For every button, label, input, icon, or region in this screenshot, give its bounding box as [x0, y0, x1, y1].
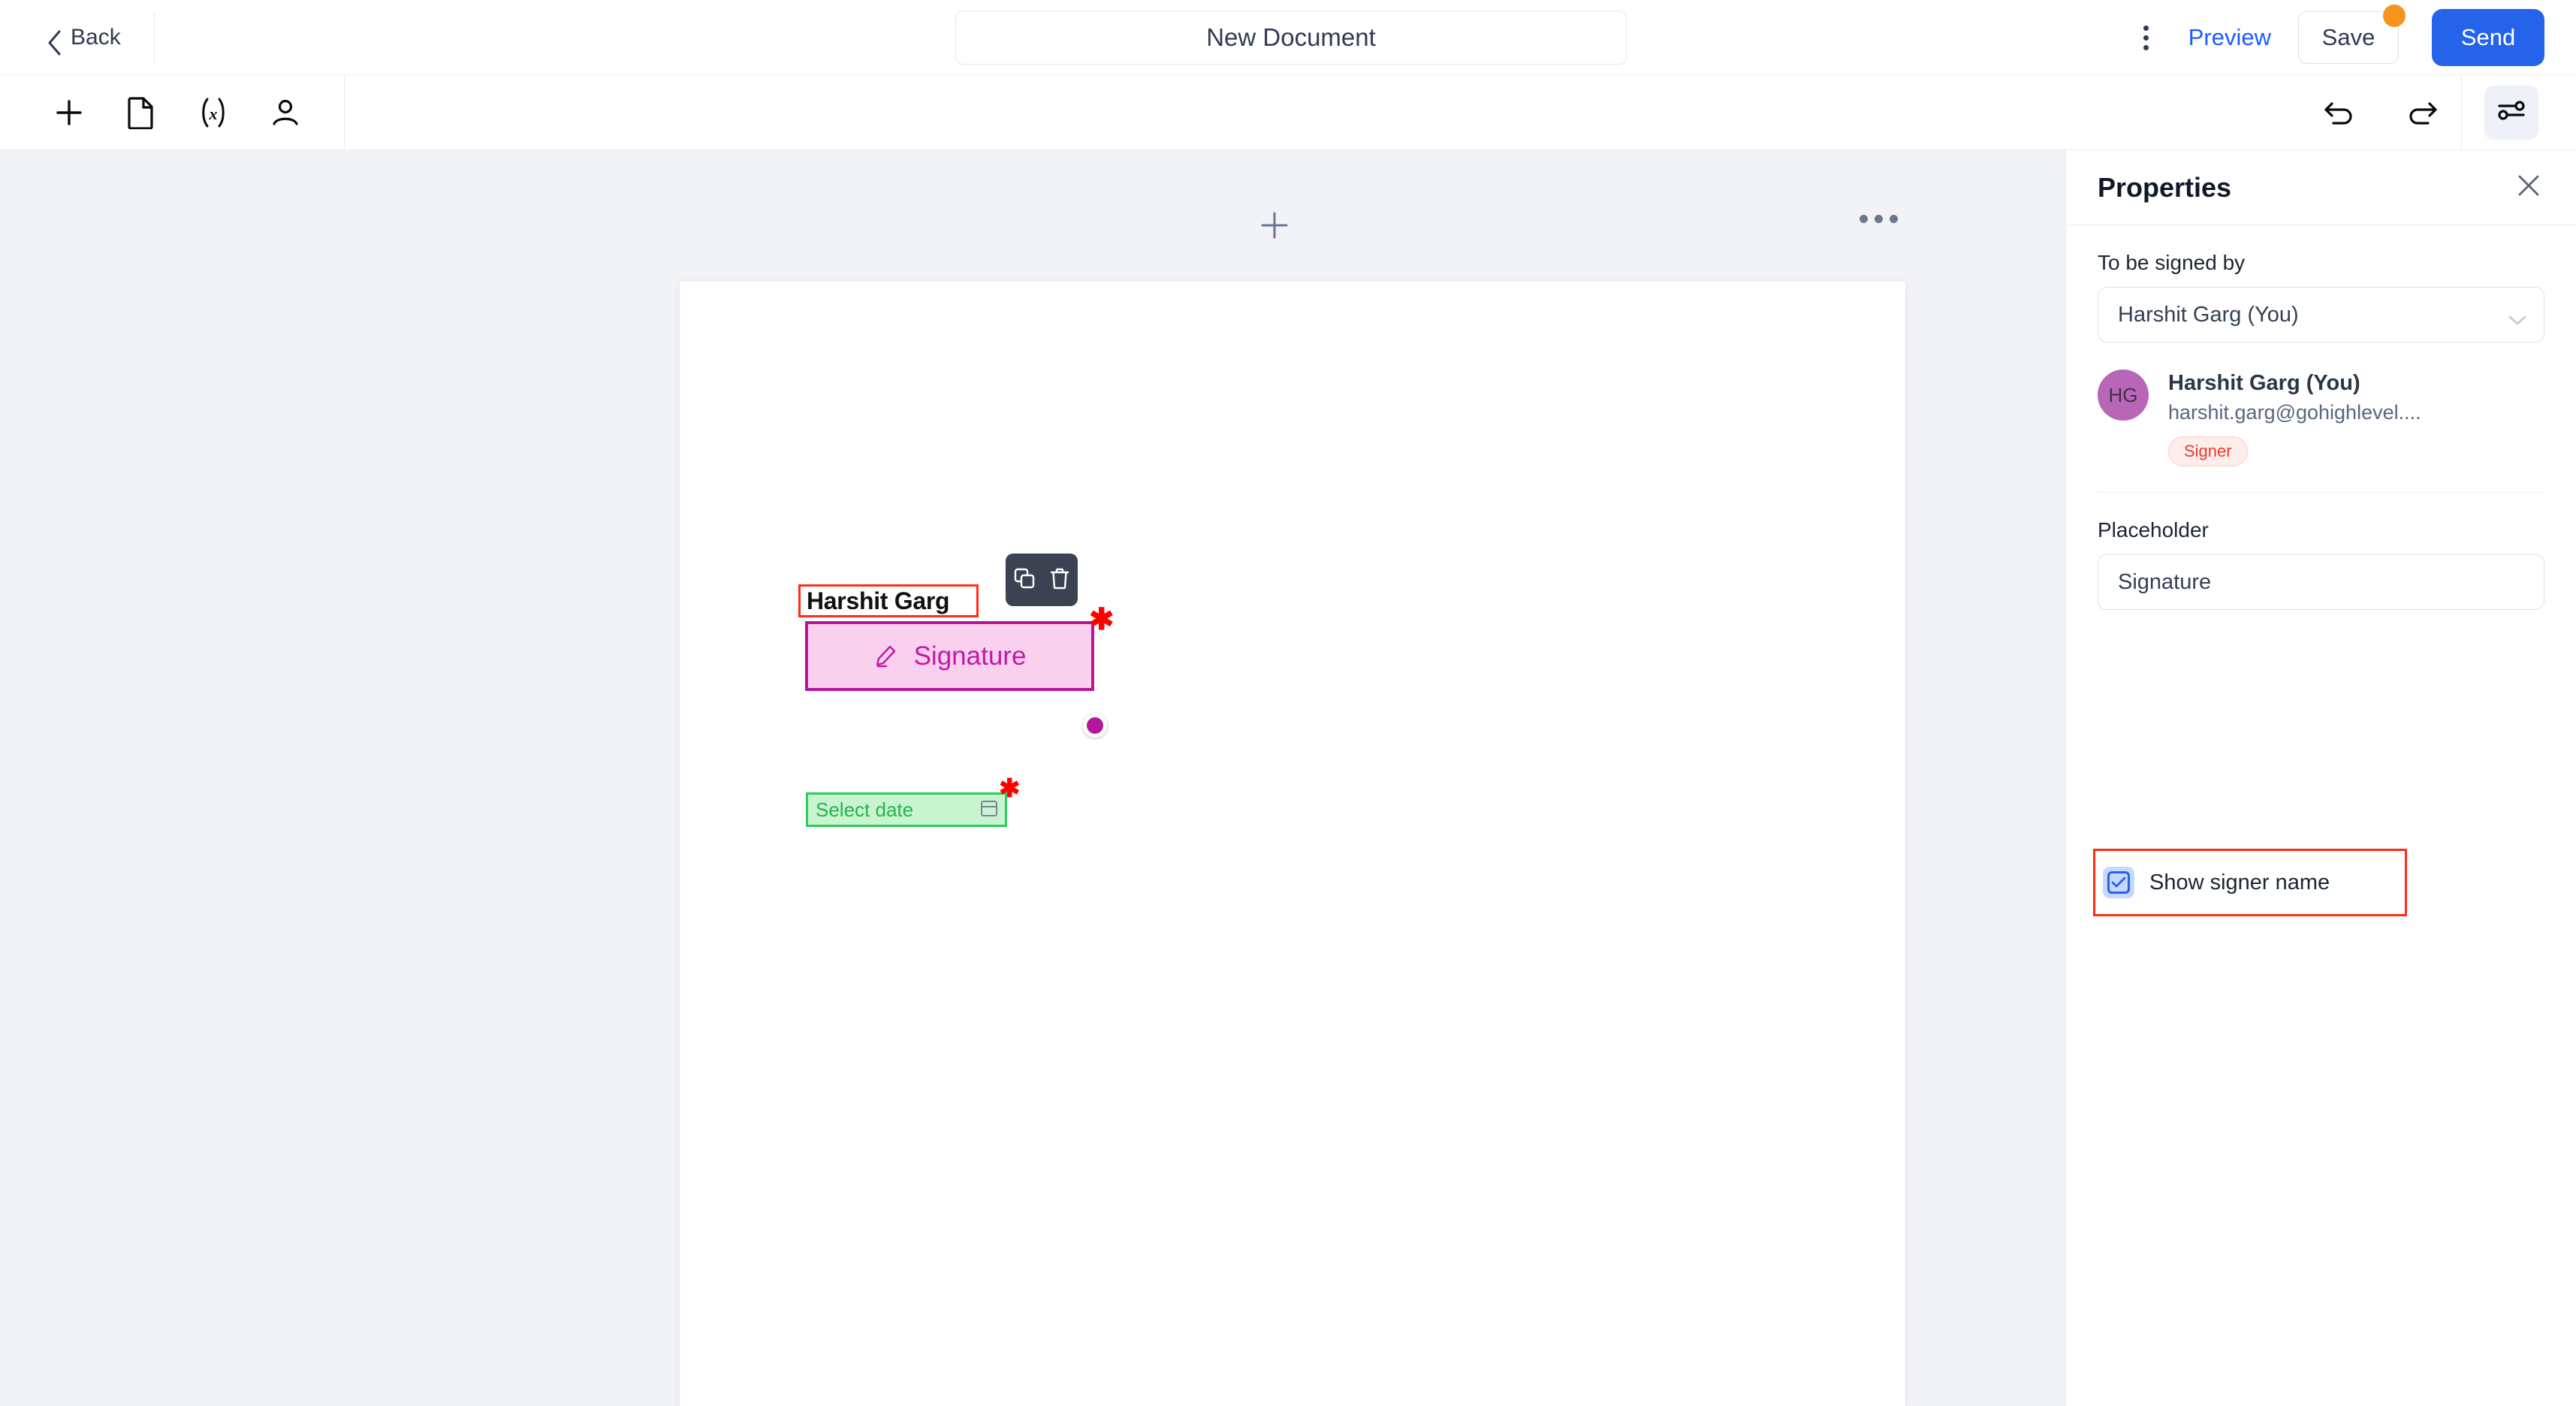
avatar-initials: HG: [2108, 383, 2138, 406]
signature-required-marker: ✱: [1089, 603, 1115, 636]
properties-panel: Properties To be signed by Harshit Garg …: [2065, 150, 2576, 1406]
page-icon: [127, 96, 155, 129]
signature-resize-handle[interactable]: [1083, 714, 1107, 738]
date-field-label: Select date: [816, 798, 914, 821]
document-canvas: Harshit Garg ✱ Signature ✱ Select date: [0, 150, 2065, 1406]
signature-field-label: Signature: [913, 641, 1027, 671]
document-title-input[interactable]: [955, 11, 1627, 65]
duplicate-field-button[interactable]: [1013, 567, 1036, 593]
signer-name-label-text: Harshit Garg: [807, 587, 950, 614]
header-divider: [153, 12, 155, 62]
save-button[interactable]: Save: [2298, 5, 2406, 64]
properties-title: Properties: [2098, 171, 2232, 203]
redo-button[interactable]: [2397, 87, 2448, 138]
kebab-dot: [2143, 25, 2149, 31]
preview-button[interactable]: Preview: [2188, 24, 2271, 51]
back-label: Back: [71, 24, 121, 50]
toolbar-separator: [2461, 75, 2462, 149]
properties-body: To be signed by Harshit Garg (You) HG Ha…: [2066, 225, 2576, 611]
add-element-button[interactable]: [44, 87, 95, 138]
recipient-icon: [270, 97, 301, 128]
date-field[interactable]: Select date: [806, 792, 1007, 827]
document-page[interactable]: [680, 282, 1905, 1406]
kebab-dot: [2143, 44, 2149, 50]
canvas-page-controls: [680, 195, 1905, 255]
signature-field[interactable]: Signature: [805, 621, 1094, 691]
signed-by-value: Harshit Garg (You): [2118, 302, 2299, 327]
close-panel-button[interactable]: [2516, 173, 2541, 202]
delete-icon: [1049, 567, 1070, 593]
duplicate-icon: [1013, 567, 1036, 593]
avatar: HG: [2098, 370, 2149, 421]
back-button[interactable]: Back: [47, 15, 121, 60]
show-signer-name-label: Show signer name: [2149, 870, 2330, 895]
settings-sliders-icon: [2496, 97, 2526, 128]
chevron-down-icon: [2508, 309, 2527, 333]
add-element-icon: [53, 97, 85, 128]
delete-field-button[interactable]: [1049, 567, 1070, 593]
editor-toolbar: x: [0, 75, 2576, 150]
variable-button[interactable]: x: [188, 87, 239, 138]
chevron-left-icon: [47, 30, 62, 55]
kebab-dot: [2143, 35, 2149, 41]
more-options-button[interactable]: [2122, 14, 2170, 62]
placeholder-label: Placeholder: [2098, 518, 2209, 542]
send-button[interactable]: Send: [2432, 9, 2544, 66]
calendar-icon: [979, 798, 999, 822]
pages-button[interactable]: [116, 87, 167, 138]
ellipsis-dot: [1890, 215, 1898, 223]
signer-name: Harshit Garg (You): [2168, 371, 2360, 395]
properties-header: Properties: [2066, 150, 2576, 225]
date-required-marker: ✱: [999, 774, 1021, 803]
close-icon: [2516, 173, 2541, 202]
variable-icon: x: [198, 96, 229, 129]
checkbox-check-icon: [2107, 871, 2130, 894]
signer-card: HG Harshit Garg (You) harshit.garg@gohig…: [2098, 370, 2544, 493]
signature-pen-icon: [873, 641, 900, 671]
redo-icon: [2406, 98, 2439, 128]
properties-toggle-button[interactable]: [2484, 85, 2538, 140]
show-signer-name-row[interactable]: Show signer name: [2093, 849, 2407, 916]
ellipsis-dot: [1860, 215, 1868, 223]
save-label: Save: [2321, 24, 2375, 50]
add-page-button[interactable]: [1256, 207, 1293, 243]
signed-by-label: To be signed by: [2098, 251, 2246, 274]
signer-email: harshit.garg@gohighlevel....: [2168, 401, 2421, 424]
ellipsis-dot: [1875, 215, 1883, 223]
field-action-toolbar: [1006, 554, 1078, 606]
unsaved-changes-dot: [2383, 5, 2406, 27]
placeholder-input[interactable]: [2098, 554, 2544, 611]
toolbar-right-group: [2314, 75, 2576, 149]
recipients-button[interactable]: [260, 87, 311, 138]
signer-name-label-field[interactable]: Harshit Garg: [798, 584, 979, 617]
show-signer-name-checkbox[interactable]: [2103, 867, 2134, 898]
placeholder-section: Placeholder: [2098, 518, 2544, 611]
svg-text:x: x: [209, 104, 218, 123]
status-badge: Signer: [2168, 436, 2248, 467]
header-actions: Preview Save Send: [2122, 0, 2576, 75]
undo-icon: [2323, 98, 2356, 128]
signer-details: Harshit Garg (You) harshit.garg@gohighle…: [2168, 370, 2421, 467]
page-menu-button[interactable]: [1860, 215, 1898, 223]
undo-button[interactable]: [2314, 87, 2365, 138]
signed-by-select[interactable]: Harshit Garg (You): [2098, 287, 2544, 342]
document-title-container: [955, 11, 1627, 65]
toolbar-left-group: x: [0, 75, 345, 149]
document-editor-app: Back Preview Save Send: [0, 0, 2576, 1406]
